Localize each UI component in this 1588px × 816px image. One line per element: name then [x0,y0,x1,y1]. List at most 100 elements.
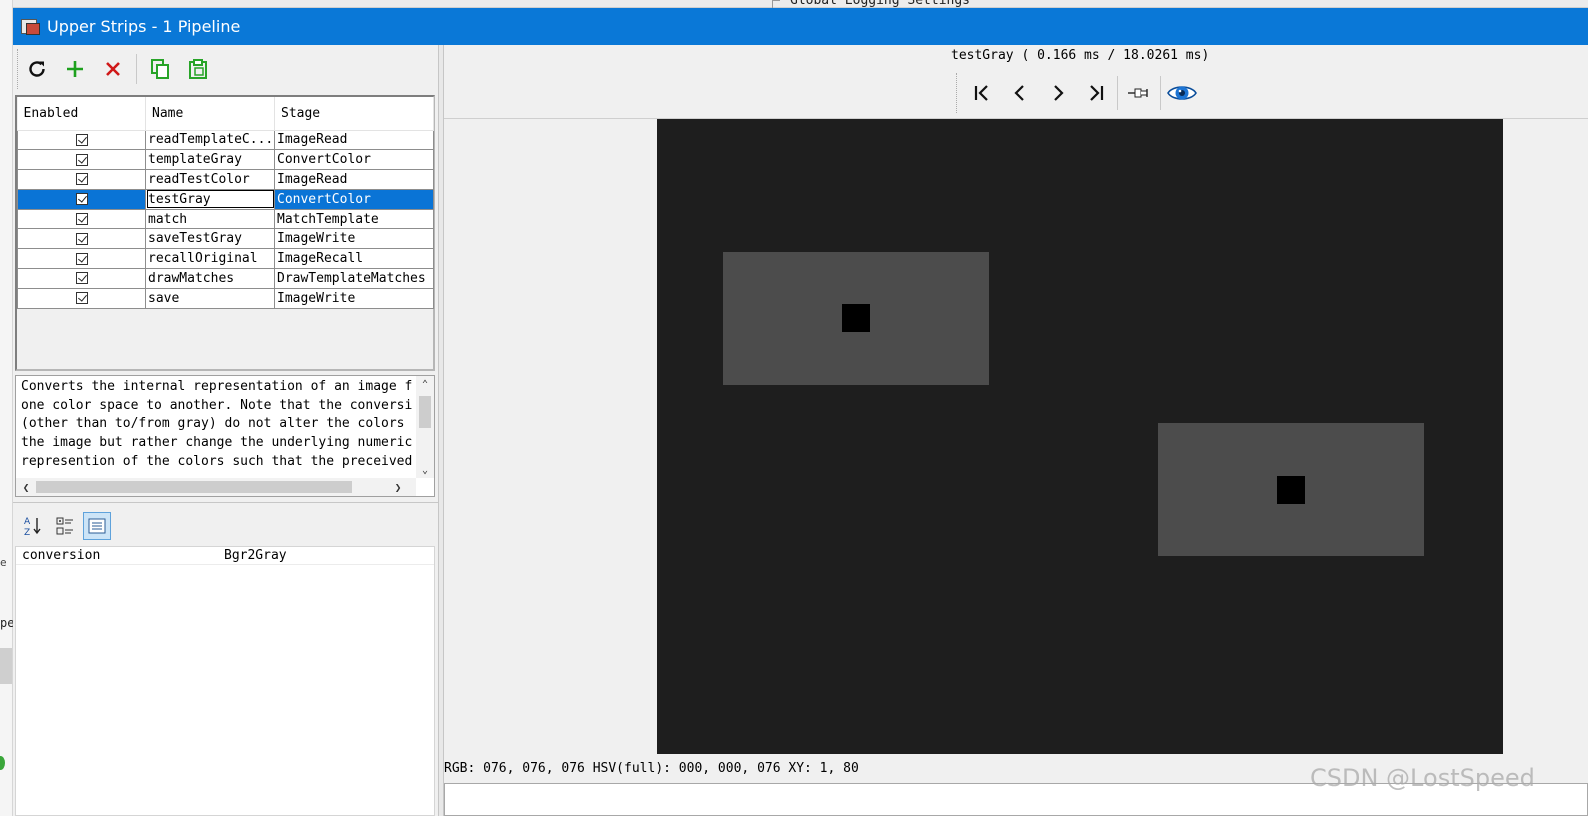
enabled-checkbox[interactable] [75,232,88,245]
stage-cell[interactable]: ConvertColor [274,188,434,210]
table-row[interactable]: readTestColor ImageRead [17,169,434,190]
description-horizontal-scrollbar[interactable]: ❮ ❯ [16,478,416,496]
sort-alphabetical-icon: AZ [24,517,41,537]
name-cell[interactable]: readTemplateC... [145,129,275,151]
background-left-selection [0,648,12,684]
table-row[interactable]: save ImageWrite [17,287,434,309]
enabled-checkbox[interactable] [75,193,88,206]
scroll-thumb[interactable] [36,481,352,493]
enabled-cell[interactable] [17,129,146,151]
name-cell[interactable]: save [145,287,275,309]
pin-button[interactable] [1120,74,1158,112]
panel-splitter[interactable] [13,502,438,505]
last-step-button[interactable] [1077,74,1115,112]
description-box[interactable]: Converts the internal representation of … [15,375,435,497]
name-cell[interactable]: saveTestGray [145,228,275,250]
enabled-checkbox[interactable] [75,213,88,226]
enabled-cell[interactable] [17,268,146,289]
description-line: one color space to another. Note that th… [21,397,413,413]
table-row[interactable]: recallOriginal ImageRecall [17,248,434,270]
description-line: the image but rather change the underlyi… [21,435,413,451]
pipeline-toolbar [17,49,437,89]
property-name: conversion [22,548,101,563]
description-vertical-scrollbar[interactable]: ⌃ ⌄ [416,376,434,478]
previous-step-button[interactable] [1001,74,1039,112]
name-cell[interactable]: recallOriginal [145,248,275,270]
window-title: Upper Strips - 1 Pipeline [47,17,241,36]
image-canvas[interactable] [657,119,1503,754]
property-pages-button[interactable] [83,512,111,540]
add-step-button[interactable] [56,50,94,88]
refresh-button[interactable] [18,50,56,88]
enabled-cell[interactable] [17,149,146,171]
copy-button[interactable] [141,50,179,88]
scroll-left-icon[interactable]: ❮ [18,478,34,496]
scroll-thumb[interactable] [419,396,431,428]
enabled-checkbox[interactable] [75,292,88,305]
property-toolbar: AZ [19,512,111,542]
table-row[interactable]: saveTestGray ImageWrite [17,228,434,250]
watermark: CSDN @LostSpeed [1310,764,1535,792]
scroll-down-icon[interactable]: ⌄ [416,462,434,478]
enabled-checkbox[interactable] [75,133,88,146]
app-icon [21,18,41,36]
sort-alphabetical-button[interactable]: AZ [19,512,47,540]
table-row[interactable]: readTemplateC... ImageRead [17,129,434,151]
stage-cell[interactable]: ImageWrite [274,287,434,309]
delete-step-button[interactable] [94,50,132,88]
stage-cell[interactable]: ImageWrite [274,228,434,250]
image-view-area[interactable] [444,118,1588,763]
name-cell[interactable]: drawMatches [145,268,275,289]
first-step-button[interactable] [963,74,1001,112]
property-row[interactable]: conversion Bgr2Gray [16,547,434,565]
enabled-cell[interactable] [17,248,146,270]
title-bar[interactable]: Upper Strips - 1 Pipeline [13,8,1588,45]
add-icon [67,61,83,77]
table-row[interactable]: drawMatches DrawTemplateMatches [17,268,434,289]
stage-cell[interactable]: DrawTemplateMatches [274,268,434,289]
eye-icon [1167,86,1197,100]
svg-text:Z: Z [24,528,30,537]
enabled-checkbox[interactable] [75,272,88,285]
preview-toggle-button[interactable] [1163,74,1201,112]
enabled-cell[interactable] [17,208,146,230]
background-status-dot [0,756,5,770]
categorized-icon [56,517,73,535]
column-header-name[interactable]: Name [145,97,275,131]
table-row[interactable]: templateGray ConvertColor [17,149,434,171]
stage-cell[interactable]: ImageRead [274,169,434,190]
last-icon [1090,85,1104,101]
background-left-window: e pe [0,0,14,816]
enabled-cell[interactable] [17,287,146,309]
table-row[interactable]: match MatchTemplate [17,208,434,230]
stage-cell[interactable]: ImageRecall [274,248,434,270]
stage-cell[interactable]: MatchTemplate [274,208,434,230]
enabled-checkbox[interactable] [75,173,88,186]
viewer-nav-toolbar [956,73,1201,113]
copy-icon [151,59,169,79]
stage-cell[interactable]: ConvertColor [274,149,434,171]
refresh-icon [29,61,45,77]
property-value[interactable]: Bgr2Gray [222,548,287,563]
name-cell[interactable]: readTestColor [145,169,275,190]
paste-button[interactable] [179,50,217,88]
stage-cell[interactable]: ImageRead [274,129,434,151]
background-group-bracket [772,0,780,8]
enabled-checkbox[interactable] [75,153,88,166]
column-header-enabled[interactable]: Enabled [17,97,146,131]
name-cell[interactable]: match [145,208,275,230]
background-logging-label: Global Logging Settings [790,0,971,8]
enabled-cell[interactable] [17,169,146,190]
enabled-cell[interactable] [17,228,146,250]
enabled-cell[interactable] [17,188,146,210]
categorized-button[interactable] [51,512,79,540]
enabled-checkbox[interactable] [75,252,88,265]
name-cell[interactable]: testGray [145,188,275,210]
black-square [1277,476,1305,504]
name-cell[interactable]: templateGray [145,149,275,171]
next-step-button[interactable] [1039,74,1077,112]
scroll-right-icon[interactable]: ❯ [390,478,406,496]
table-row-selected[interactable]: testGray ConvertColor [17,188,434,210]
scroll-up-icon[interactable]: ⌃ [416,376,434,392]
column-header-stage[interactable]: Stage [274,97,434,131]
